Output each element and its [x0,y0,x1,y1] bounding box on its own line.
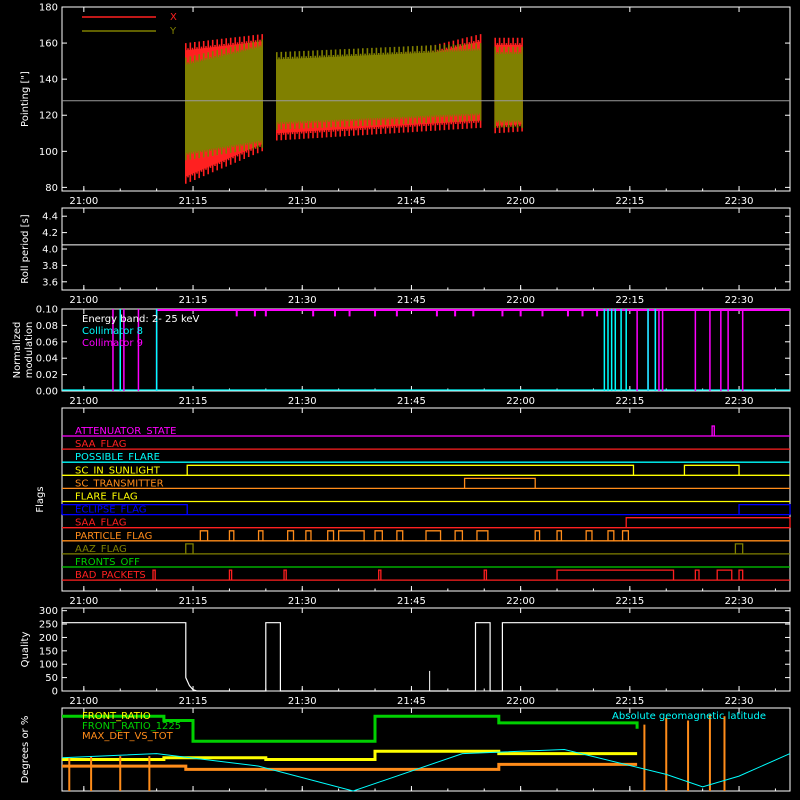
flag-label: ECLIPSE_FLAG [75,505,146,516]
legend-label-y: Y [169,26,177,37]
y-tick-label: 0.02 [36,370,58,381]
x-tick-label: 21:00 [69,696,98,707]
x-tick-label: 21:15 [179,396,208,407]
y-tick-label: 50 [45,673,58,684]
x-tick-label: 21:15 [179,596,208,607]
x-tick-label: 21:45 [397,396,426,407]
flag-label: SC_TRANSMITTER [75,478,164,489]
pointing-envelope-y [495,53,523,121]
x-tick-label: 21:45 [397,196,426,207]
y-tick-label: 0.06 [36,337,58,348]
y-axis-label: Pointing ["] [20,71,31,127]
x-tick-label: 21:00 [69,396,98,407]
x-tick-label: 21:15 [179,196,208,207]
y-tick-label: 180 [39,3,58,14]
x-tick-label: 22:30 [725,596,754,607]
y-tick-label: 3.8 [42,261,58,272]
y-tick-label: 0.04 [36,354,58,365]
x-tick-label: 22:15 [615,295,644,306]
y-axis-label: Degrees or % [20,716,31,784]
x-tick-label: 22:00 [506,596,535,607]
y-tick-label: 0 [52,687,58,698]
y-tick-label: 150 [39,646,58,657]
flag-label: SAA_FLAG [75,518,126,529]
ospex-chart-stack: 21:00 21:15 21:30 21:45 22:00 22:15 22:30 80 100… [0,0,800,800]
x-tick-label: 22:00 [506,696,535,707]
y-tick-label: 0.10 [36,305,58,316]
x-tick-label: 21:00 [69,596,98,607]
x-tick-label: 22:00 [506,295,535,306]
x-tick-label: 21:00 [69,295,98,306]
x-tick-label: 21:30 [288,696,317,707]
flag-label: AAZ_FLAG [75,544,127,555]
y-axis-label-line: modulation [24,322,35,379]
y-axis-label: Roll period [s] [20,214,31,283]
x-tick-label: 21:15 [179,295,208,306]
y-axis-label: Normalizedmodulation [12,322,35,379]
pointing-envelope-y [276,50,481,123]
y-axis-label: Quality [20,632,31,668]
x-tick-label: 22:30 [725,295,754,306]
y-tick-label: 120 [39,111,58,122]
x-tick-label: 22:15 [615,196,644,207]
x-tick-label: 21:45 [397,295,426,306]
x-tick-label: 22:00 [506,396,535,407]
y-tick-label: 4.2 [42,228,58,239]
flag-label: FRONTS_OFF [75,557,140,568]
y-tick-label: 300 [39,606,58,617]
y-tick-label: 0.08 [36,321,58,332]
legend-label-collimator-8: Collimator 8 [82,326,143,337]
x-tick-label: 21:30 [288,196,317,207]
flag-label: PARTICLE_FLAG [75,531,152,542]
y-tick-label: 100 [39,147,58,158]
y-tick-label: 100 [39,660,58,671]
x-tick-label: 21:45 [397,696,426,707]
x-tick-label: 21:00 [69,196,98,207]
legend-label-collimator-9: Collimator 9 [82,338,143,349]
legend-title: Energy band: 2- 25 keV [82,314,200,325]
x-tick-label: 22:30 [725,196,754,207]
x-tick-label: 22:00 [506,196,535,207]
legend-label-x: X [170,12,177,23]
x-tick-label: 21:45 [397,596,426,607]
y-tick-label: 80 [45,183,58,194]
flag-label: POSSIBLE_FLARE [75,452,160,463]
pointing-envelope-y [185,46,263,154]
x-tick-label: 22:30 [725,696,754,707]
x-tick-label: 22:30 [725,396,754,407]
y-tick-label: 200 [39,633,58,644]
x-tick-label: 21:30 [288,396,317,407]
x-tick-label: 22:15 [615,696,644,707]
y-tick-label: 3.6 [42,277,58,288]
y-tick-label: 140 [39,75,58,86]
x-tick-label: 21:30 [288,295,317,306]
flag-label: ATTENUATOR_STATE [75,426,176,437]
x-tick-label: 21:30 [288,596,317,607]
flag-label: SAA_FLAG [75,439,126,450]
legend-label: MAX_DET_VS_TOT [82,731,174,742]
y-axis-label: Flags [35,486,46,512]
y-axis-label-line: Normalized [12,322,23,379]
y-tick-label: 250 [39,620,58,631]
y-tick-label: 0.00 [36,387,58,398]
y-tick-label: 4.4 [42,212,58,223]
y-tick-label: 160 [39,39,58,50]
flag-label: BAD_PACKETS [75,570,146,581]
flag-label: FLARE_FLAG [75,492,138,503]
legend-label-geomagnetic: Absolute geomagnetic latitude [612,711,766,722]
y-tick-label: 4.0 [42,245,58,256]
flag-label: SC_IN_SUNLIGHT [75,465,161,476]
x-tick-label: 22:15 [615,596,644,607]
x-tick-label: 22:15 [615,396,644,407]
x-tick-label: 21:15 [179,696,208,707]
